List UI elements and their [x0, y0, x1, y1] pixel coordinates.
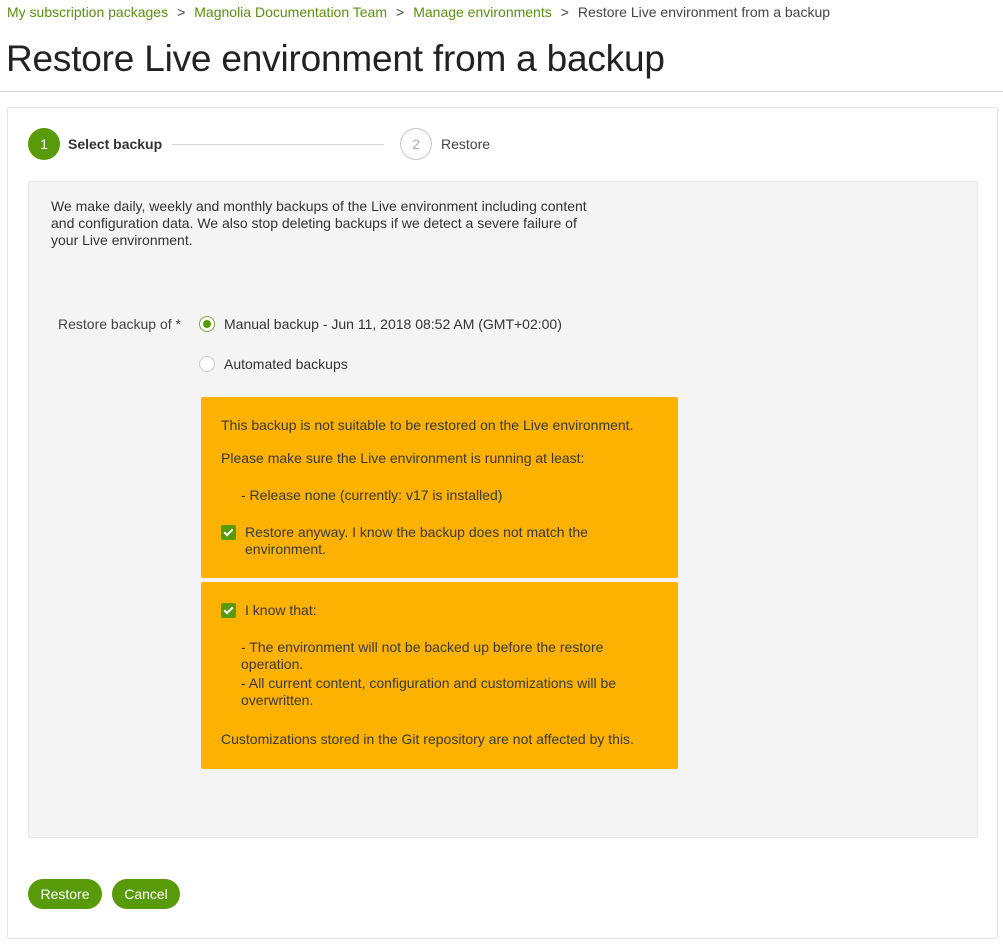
breadcrumb-link-manage-environments[interactable]: Manage environments: [413, 4, 552, 20]
restore-button[interactable]: Restore: [28, 879, 102, 909]
restore-anyway-label: Restore anyway. I know the backup does n…: [245, 524, 588, 557]
radio-automated-backups-label: Automated backups: [224, 356, 348, 372]
radio-manual-backup-label: Manual backup - Jun 11, 2018 08:52 AM (G…: [224, 316, 562, 332]
acknowledge-box: I know that: - The environment will not …: [201, 582, 678, 769]
radio-button-checked[interactable]: [199, 316, 215, 332]
radio-button-unchecked[interactable]: [199, 356, 215, 372]
step-connector: [172, 144, 384, 145]
breadcrumb-link-team[interactable]: Magnolia Documentation Team: [194, 4, 387, 20]
title-divider: [0, 91, 1003, 92]
backup-selection-panel: We make daily, weekly and monthly backup…: [28, 181, 978, 838]
warning-requirement: - Release none (currently: v17 is instal…: [241, 487, 503, 503]
breadcrumb-current: Restore Live environment from a backup: [577, 4, 831, 20]
breadcrumb-separator: >: [396, 4, 405, 20]
breadcrumb: My subscription packages > Magnolia Docume…: [7, 4, 830, 21]
breadcrumb-link-subscription-packages[interactable]: My subscription packages: [7, 4, 168, 20]
page-title: Restore Live environment from a backup: [6, 38, 665, 79]
intro-text: We make daily, weekly and monthly backup…: [51, 198, 587, 248]
restore-anyway-checkbox[interactable]: [221, 525, 236, 540]
radio-manual-backup[interactable]: Manual backup - Jun 11, 2018 08:52 AM (G…: [199, 316, 562, 332]
i-know-checkbox[interactable]: [221, 603, 236, 618]
version-warning-box: This backup is not suitable to be restor…: [201, 397, 678, 578]
stepper: 1 Select backup 2 Restore: [28, 128, 528, 160]
restore-anyway-checkbox-row[interactable]: Restore anyway. I know the backup does n…: [221, 524, 641, 558]
acknowledge-footer: Customizations stored in the Git reposit…: [221, 731, 634, 747]
i-know-checkbox-row[interactable]: I know that:: [221, 602, 317, 619]
warning-line-1: This backup is not suitable to be restor…: [221, 417, 634, 433]
step-1-circle: 1: [28, 128, 60, 160]
warning-line-2: Please make sure the Live environment is…: [221, 450, 585, 466]
acknowledge-point-2: - All current content, configuration and…: [241, 675, 617, 708]
i-know-label: I know that:: [245, 602, 317, 618]
cancel-button[interactable]: Cancel: [112, 879, 180, 909]
step-2-circle: 2: [400, 128, 432, 160]
breadcrumb-separator: >: [560, 4, 569, 20]
restore-backup-label: Restore backup of *: [58, 316, 181, 332]
acknowledge-point-1: - The environment will not be backed up …: [241, 639, 604, 672]
step-2-label: Restore: [441, 136, 491, 152]
radio-automated-backups[interactable]: Automated backups: [199, 356, 348, 372]
step-1-label: Select backup: [68, 136, 163, 152]
restore-card: 1 Select backup 2 Restore We make daily,…: [7, 107, 998, 939]
breadcrumb-separator: >: [177, 4, 186, 20]
